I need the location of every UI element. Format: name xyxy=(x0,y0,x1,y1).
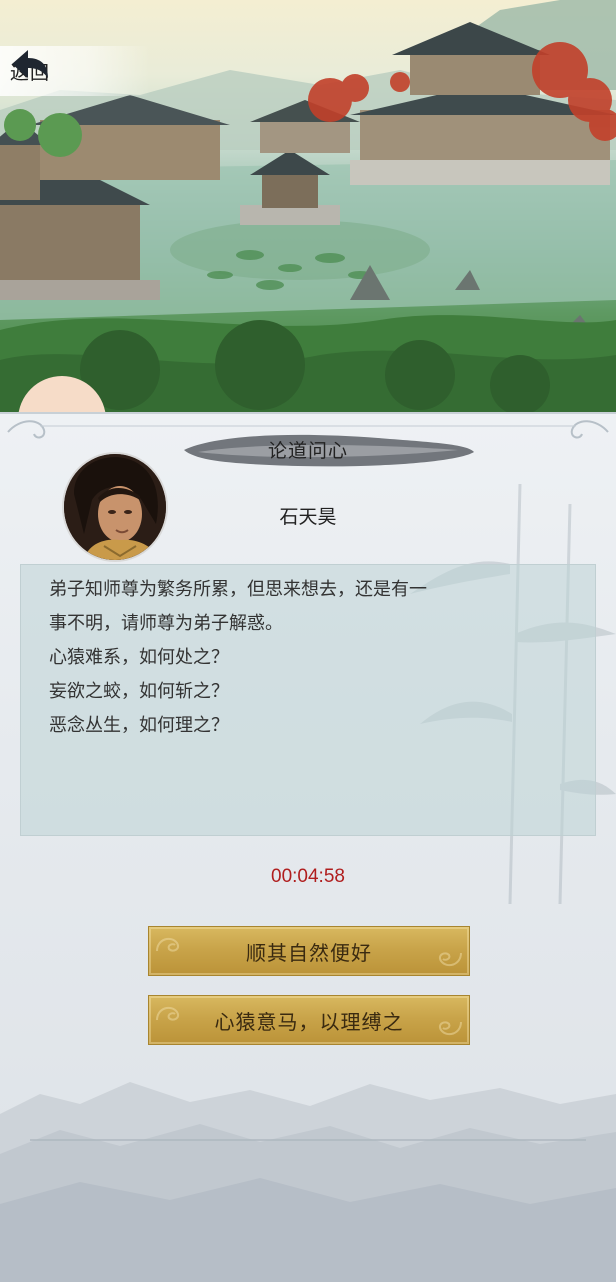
countdown-timer: 00:04:58 xyxy=(271,866,345,887)
cloud-curl-icon xyxy=(156,937,179,952)
back-arrow-icon xyxy=(12,50,48,78)
back-button[interactable]: 返回 xyxy=(0,46,150,96)
option-label: 心猿意马，以理缚之 xyxy=(214,1009,404,1034)
dialog-line: 弟子知师尊为繁务所累，但思来想去，还是有一 xyxy=(49,579,427,600)
dialog-line: 恶念丛生，如何理之？ xyxy=(49,715,229,736)
dialog-line: 心猿难系，如何处之？ xyxy=(49,647,229,668)
option-button-1[interactable]: 顺其自然便好 xyxy=(148,926,470,976)
speaker-name: 石天昊 xyxy=(279,506,337,528)
dialog-textbox: 弟子知师尊为繁务所累，但思来想去，还是有一 事不明，请师尊为弟子解惑。 心猿难系… xyxy=(20,564,596,836)
option-button-2[interactable]: 心猿意马，以理缚之 xyxy=(148,995,470,1045)
option-label: 顺其自然便好 xyxy=(246,940,372,965)
dialog-line: 事不明，请师尊为弟子解惑。 xyxy=(49,613,283,634)
cloud-curl-icon xyxy=(156,1006,179,1021)
dialog-lines: 弟子知师尊为繁务所累，但思来想去，还是有一 事不明，请师尊为弟子解惑。 心猿难系… xyxy=(49,573,569,743)
dialog-line: 妄欲之蛟，如何斩之？ xyxy=(49,681,229,702)
ink-mountains-decoration xyxy=(0,1082,616,1282)
cloud-curl-icon xyxy=(439,1021,462,1036)
dialog-panel: 论道问心 石天昊 弟子知师尊为繁务所累，但思来想去，还是有一 事不明，请师尊为弟… xyxy=(0,412,616,1282)
cloud-curl-icon xyxy=(439,952,462,967)
scene-banner: 返回 xyxy=(0,0,616,415)
